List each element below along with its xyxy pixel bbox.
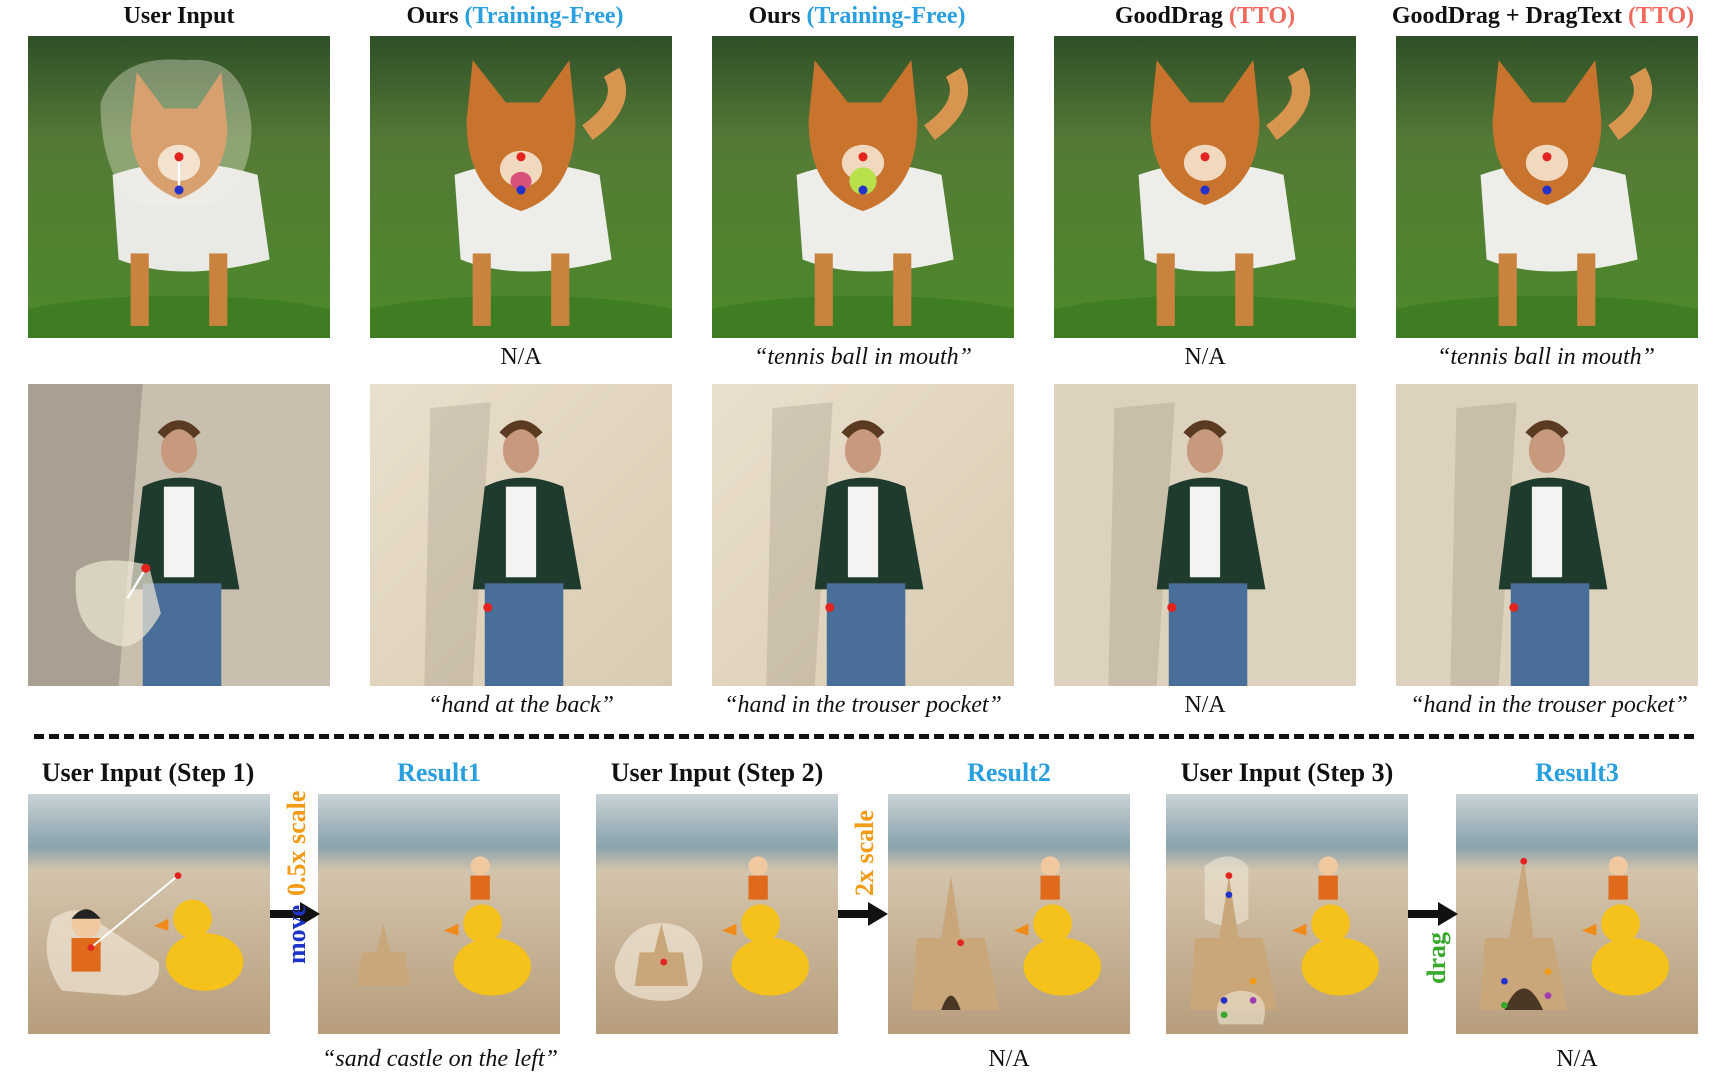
man-ours-text-result-image — [712, 384, 1014, 686]
column-header-user-input: User Input — [123, 3, 235, 29]
column-header-gooddrag: GoodDrag (TTO) — [1114, 3, 1296, 29]
dog-gooddrag-result-image — [1054, 36, 1356, 338]
caption-gooddrag-man: N/A — [1184, 692, 1226, 718]
man-ours-result-image — [370, 384, 672, 686]
result3-header: Result3 — [1535, 758, 1619, 787]
caption-ours-dog: N/A — [500, 344, 542, 370]
dog-ours-result-image — [370, 36, 672, 338]
arrow-right-icon — [838, 902, 888, 926]
column-header-ours-1: Ours (Training-Free) — [406, 3, 624, 29]
arrow-right-icon — [1408, 902, 1458, 926]
beach-step2-input-image — [596, 794, 838, 1034]
caption-result3: N/A — [1556, 1046, 1598, 1072]
dog-ours-text-result-image — [712, 36, 1014, 338]
man-gooddrag-dragtext-result-image — [1396, 384, 1698, 686]
caption-gooddrag-dog: N/A — [1184, 344, 1226, 370]
op-move-label: move — [282, 904, 311, 964]
section-divider — [34, 734, 1694, 739]
beach-step1-input-image — [28, 794, 270, 1034]
step3-header: User Input (Step 3) — [1180, 758, 1394, 787]
beach-result2-image — [888, 794, 1130, 1034]
op-scale-down-label: 0.5x scale — [282, 790, 311, 896]
result1-header: Result1 — [397, 758, 481, 787]
beach-step3-input-image — [1166, 794, 1408, 1034]
op-drag-label: drag — [1422, 932, 1451, 984]
step2-header: User Input (Step 2) — [610, 758, 824, 787]
caption-gooddrag-dragtext-man: “hand in the trouser pocket” — [1410, 692, 1688, 718]
caption-ours-man: “hand at the back” — [428, 692, 614, 718]
dog-user-input-image — [28, 36, 330, 338]
caption-ours-text-man: “hand in the trouser pocket” — [724, 692, 1002, 718]
caption-result2: N/A — [988, 1046, 1030, 1072]
caption-result1: “sand castle on the left” — [322, 1046, 558, 1072]
beach-result3-image — [1456, 794, 1698, 1034]
caption-gooddrag-dragtext-dog: “tennis ball in mouth” — [1436, 344, 1656, 370]
man-gooddrag-result-image — [1054, 384, 1356, 686]
dog-gooddrag-dragtext-result-image — [1396, 36, 1698, 338]
beach-result1-image — [318, 794, 560, 1034]
column-header-ours-2: Ours (Training-Free) — [748, 3, 966, 29]
step1-header: User Input (Step 1) — [41, 758, 255, 787]
man-user-input-image — [28, 384, 330, 686]
column-header-gooddrag-dragtext: GoodDrag + DragText (TTO) — [1391, 3, 1695, 29]
result2-header: Result2 — [967, 758, 1051, 787]
caption-ours-text-dog: “tennis ball in mouth” — [753, 344, 973, 370]
op-scale-up-label: 2x scale — [850, 810, 879, 896]
